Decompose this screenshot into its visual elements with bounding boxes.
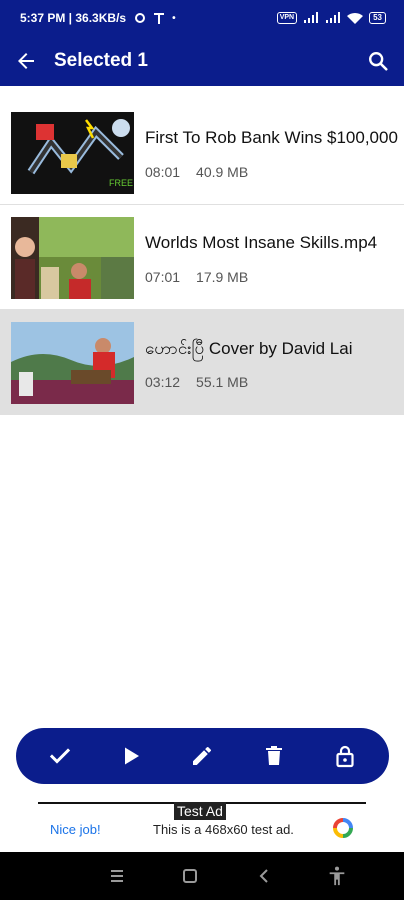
play-button[interactable] [109, 734, 153, 778]
status-bar: 5:37 PM | 36.3KB/s • VPN 53 [0, 0, 404, 36]
video-duration: 07:01 [145, 269, 181, 285]
action-bar [16, 728, 389, 784]
video-title: Worlds Most Insane Skills.mp4 [145, 233, 378, 252]
t-icon [154, 13, 165, 24]
list-item[interactable]: FREE First To Rob Bank Wins $100,000 08:… [0, 100, 404, 205]
rename-button[interactable] [180, 734, 224, 778]
battery-indicator: 53 [369, 12, 386, 24]
accessibility-button[interactable] [317, 856, 357, 896]
video-thumbnail [11, 217, 134, 299]
system-nav-bar [0, 852, 404, 900]
accessibility-icon [329, 866, 345, 886]
select-all-button[interactable] [38, 734, 82, 778]
video-size: 17.9 MB [196, 269, 249, 285]
search-button[interactable] [362, 45, 394, 77]
edit-icon [193, 746, 212, 765]
ad-text: This is a 468x60 test ad. [153, 822, 294, 837]
video-thumbnail [11, 322, 134, 404]
play-icon [125, 747, 140, 765]
arrow-left-icon [18, 53, 34, 69]
ad-nice-text: Nice job! [50, 822, 101, 837]
video-title: First To Rob Bank Wins $100,000 [145, 128, 398, 147]
wifi-icon [347, 12, 364, 24]
status-time: 5:37 PM | 36.3KB/s [20, 11, 127, 25]
dot-icon: • [172, 12, 176, 24]
list-item[interactable]: Worlds Most Insane Skills.mp4 07:01 17.9… [0, 205, 404, 310]
vpn-badge: VPN [276, 12, 298, 24]
video-size: 55.1 MB [196, 374, 249, 390]
square-icon [183, 869, 198, 883]
lock-button[interactable] [323, 734, 367, 778]
settings-icon [135, 13, 146, 23]
signal-2-icon [326, 12, 341, 23]
recents-button[interactable] [97, 856, 137, 896]
signal-icon [304, 12, 319, 23]
video-thumbnail: FREE [11, 112, 134, 194]
svg-text:FREE: FREE [109, 178, 133, 188]
list-item[interactable]: ဟောင်းပြီ Cover by David Lai 03:12 55.1 … [0, 310, 404, 415]
video-size: 40.9 MB [196, 164, 249, 180]
ad-label: Test Ad [174, 802, 226, 820]
delete-icon [265, 746, 282, 765]
app-bar: Selected 1 [0, 36, 404, 86]
chevron-left-icon [259, 869, 268, 883]
back-nav-button[interactable] [244, 856, 284, 896]
menu-icon [110, 870, 123, 882]
check-icon [49, 748, 70, 764]
search-icon [369, 52, 388, 71]
ad-logo-icon [333, 818, 353, 838]
back-button[interactable] [0, 36, 52, 86]
video-list: FREE First To Rob Bank Wins $100,000 08:… [0, 100, 404, 415]
video-duration: 08:01 [145, 164, 181, 180]
lock-icon [336, 745, 354, 768]
video-title: ဟောင်းပြီ Cover by David Lai [145, 339, 353, 358]
ad-banner[interactable]: Test Ad Nice job! This is a 468x60 test … [38, 802, 366, 852]
page-title: Selected 1 [54, 50, 148, 71]
video-duration: 03:12 [145, 374, 181, 390]
home-button[interactable] [170, 856, 210, 896]
delete-button[interactable] [252, 734, 296, 778]
